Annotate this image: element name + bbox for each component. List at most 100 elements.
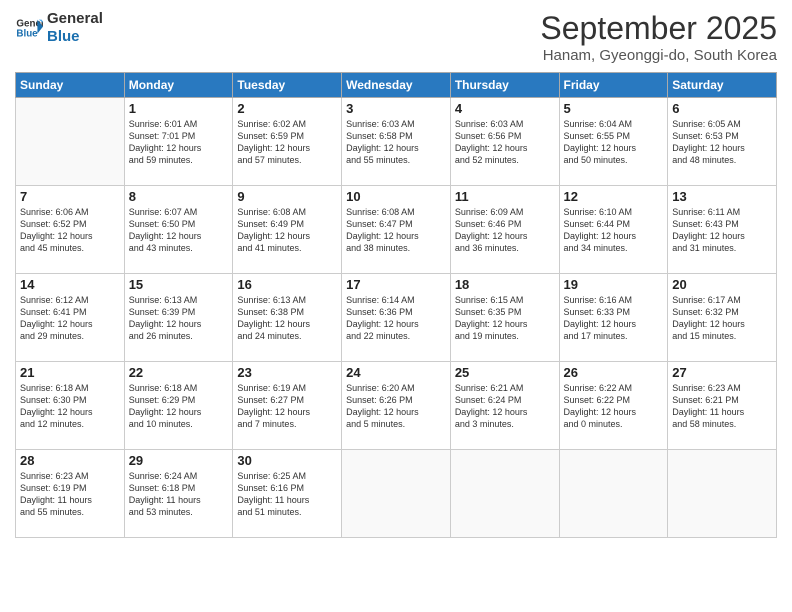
calendar-cell <box>16 98 125 186</box>
day-info: Sunrise: 6:20 AM Sunset: 6:26 PM Dayligh… <box>346 382 446 431</box>
calendar-cell: 30 Sunrise: 6:25 AM Sunset: 6:16 PM Dayli… <box>233 450 342 538</box>
weekday-header: Thursday <box>450 73 559 98</box>
calendar-cell <box>450 450 559 538</box>
page-header: General Blue General Blue September 2025… <box>15 10 777 64</box>
calendar-cell <box>342 450 451 538</box>
calendar-cell: 15Sunrise: 6:13 AM Sunset: 6:39 PM Dayli… <box>124 274 233 362</box>
day-info: Sunrise: 6:10 AM Sunset: 6:44 PM Dayligh… <box>564 206 664 255</box>
day-info: Sunrise: 6:01 AM Sunset: 7:01 PM Dayligh… <box>129 118 229 167</box>
day-number: 27 <box>672 365 772 380</box>
day-number: 29 <box>129 453 229 468</box>
calendar-cell: 18 Sunrise: 6:15 AM Sunset: 6:35 PM Dayli… <box>450 274 559 362</box>
calendar-cell: 20 Sunrise: 6:17 AM Sunset: 6:32 PM Dayli… <box>668 274 777 362</box>
calendar-cell: 6 Sunrise: 6:05 AM Sunset: 6:53 PM Daylig… <box>668 98 777 186</box>
calendar-week-row: 14 Sunrise: 6:12 AM Sunset: 6:41 PM Dayli… <box>16 274 777 362</box>
calendar-cell: 29 Sunrise: 6:24 AM Sunset: 6:18 PM Dayli… <box>124 450 233 538</box>
day-info: Sunrise: 6:19 AM Sunset: 6:27 PM Dayligh… <box>237 382 337 431</box>
calendar-cell: 14 Sunrise: 6:12 AM Sunset: 6:41 PM Dayli… <box>16 274 125 362</box>
calendar-cell: 16Sunrise: 6:13 AM Sunset: 6:38 PM Dayli… <box>233 274 342 362</box>
day-info: Sunrise: 6:25 AM Sunset: 6:16 PM Dayligh… <box>237 470 337 519</box>
day-info: Sunrise: 6:18 AM Sunset: 6:29 PM Dayligh… <box>129 382 229 431</box>
day-info: Sunrise: 6:23 AM Sunset: 6:19 PM Dayligh… <box>20 470 120 519</box>
calendar-cell: 23 Sunrise: 6:19 AM Sunset: 6:27 PM Dayli… <box>233 362 342 450</box>
calendar-week-row: 28 Sunrise: 6:23 AM Sunset: 6:19 PM Dayli… <box>16 450 777 538</box>
calendar-cell: 2 Sunrise: 6:02 AM Sunset: 6:59 PM Daylig… <box>233 98 342 186</box>
calendar-cell: 11 Sunrise: 6:09 AM Sunset: 6:46 PM Dayli… <box>450 186 559 274</box>
calendar-cell: 24 Sunrise: 6:20 AM Sunset: 6:26 PM Dayli… <box>342 362 451 450</box>
day-info: Sunrise: 6:08 AM Sunset: 6:49 PM Dayligh… <box>237 206 337 255</box>
day-number: 17 <box>346 277 446 292</box>
day-number: 21 <box>20 365 120 380</box>
day-number: 11 <box>455 189 555 204</box>
day-number: 6 <box>672 101 772 116</box>
calendar-cell: 27Sunrise: 6:23 AM Sunset: 6:21 PM Dayli… <box>668 362 777 450</box>
day-number: 25 <box>455 365 555 380</box>
day-number: 2 <box>237 101 337 116</box>
day-info: Sunrise: 6:22 AM Sunset: 6:22 PM Dayligh… <box>564 382 664 431</box>
calendar-week-row: 21Sunrise: 6:18 AM Sunset: 6:30 PM Dayli… <box>16 362 777 450</box>
day-number: 28 <box>20 453 120 468</box>
day-info: Sunrise: 6:02 AM Sunset: 6:59 PM Dayligh… <box>237 118 337 167</box>
day-number: 3 <box>346 101 446 116</box>
day-info: Sunrise: 6:08 AM Sunset: 6:47 PM Dayligh… <box>346 206 446 255</box>
day-info: Sunrise: 6:15 AM Sunset: 6:35 PM Dayligh… <box>455 294 555 343</box>
weekday-header: Friday <box>559 73 668 98</box>
day-number: 14 <box>20 277 120 292</box>
calendar-cell: 4Sunrise: 6:03 AM Sunset: 6:56 PM Daylig… <box>450 98 559 186</box>
day-number: 15 <box>129 277 229 292</box>
day-info: Sunrise: 6:03 AM Sunset: 6:56 PM Dayligh… <box>455 118 555 167</box>
calendar-cell: 8 Sunrise: 6:07 AM Sunset: 6:50 PM Daylig… <box>124 186 233 274</box>
day-info: Sunrise: 6:14 AM Sunset: 6:36 PM Dayligh… <box>346 294 446 343</box>
weekday-header: Wednesday <box>342 73 451 98</box>
day-number: 24 <box>346 365 446 380</box>
day-info: Sunrise: 6:24 AM Sunset: 6:18 PM Dayligh… <box>129 470 229 519</box>
calendar-cell: 21Sunrise: 6:18 AM Sunset: 6:30 PM Dayli… <box>16 362 125 450</box>
logo-blue: Blue <box>47 28 103 46</box>
weekday-header: Sunday <box>16 73 125 98</box>
day-number: 13 <box>672 189 772 204</box>
calendar-cell: 22 Sunrise: 6:18 AM Sunset: 6:29 PM Dayli… <box>124 362 233 450</box>
calendar-cell: 12 Sunrise: 6:10 AM Sunset: 6:44 PM Dayli… <box>559 186 668 274</box>
day-number: 9 <box>237 189 337 204</box>
svg-text:Blue: Blue <box>16 28 38 39</box>
day-number: 10 <box>346 189 446 204</box>
day-number: 8 <box>129 189 229 204</box>
logo-general: General <box>47 10 103 28</box>
calendar-cell: 17 Sunrise: 6:14 AM Sunset: 6:36 PM Dayli… <box>342 274 451 362</box>
calendar-week-row: 1 Sunrise: 6:01 AM Sunset: 7:01 PM Daylig… <box>16 98 777 186</box>
day-number: 20 <box>672 277 772 292</box>
calendar-cell: 1 Sunrise: 6:01 AM Sunset: 7:01 PM Daylig… <box>124 98 233 186</box>
day-number: 26 <box>564 365 664 380</box>
day-info: Sunrise: 6:04 AM Sunset: 6:55 PM Dayligh… <box>564 118 664 167</box>
weekday-header: Saturday <box>668 73 777 98</box>
day-number: 19 <box>564 277 664 292</box>
calendar-cell: 25 Sunrise: 6:21 AM Sunset: 6:24 PM Dayli… <box>450 362 559 450</box>
day-number: 22 <box>129 365 229 380</box>
day-info: Sunrise: 6:09 AM Sunset: 6:46 PM Dayligh… <box>455 206 555 255</box>
day-number: 23 <box>237 365 337 380</box>
calendar-cell: 19 Sunrise: 6:16 AM Sunset: 6:33 PM Dayli… <box>559 274 668 362</box>
calendar-cell <box>668 450 777 538</box>
calendar-cell: 10 Sunrise: 6:08 AM Sunset: 6:47 PM Dayli… <box>342 186 451 274</box>
weekday-header: Tuesday <box>233 73 342 98</box>
day-info: Sunrise: 6:16 AM Sunset: 6:33 PM Dayligh… <box>564 294 664 343</box>
day-info: Sunrise: 6:13 AM Sunset: 6:38 PM Dayligh… <box>237 294 337 343</box>
calendar-cell: 28 Sunrise: 6:23 AM Sunset: 6:19 PM Dayli… <box>16 450 125 538</box>
day-number: 7 <box>20 189 120 204</box>
day-number: 30 <box>237 453 337 468</box>
day-info: Sunrise: 6:17 AM Sunset: 6:32 PM Dayligh… <box>672 294 772 343</box>
day-info: Sunrise: 6:05 AM Sunset: 6:53 PM Dayligh… <box>672 118 772 167</box>
day-number: 18 <box>455 277 555 292</box>
day-number: 1 <box>129 101 229 116</box>
weekday-header: Monday <box>124 73 233 98</box>
day-info: Sunrise: 6:06 AM Sunset: 6:52 PM Dayligh… <box>20 206 120 255</box>
month-title: September 2025 <box>540 10 777 47</box>
calendar-week-row: 7 Sunrise: 6:06 AM Sunset: 6:52 PM Daylig… <box>16 186 777 274</box>
day-number: 12 <box>564 189 664 204</box>
day-info: Sunrise: 6:21 AM Sunset: 6:24 PM Dayligh… <box>455 382 555 431</box>
day-info: Sunrise: 6:03 AM Sunset: 6:58 PM Dayligh… <box>346 118 446 167</box>
day-info: Sunrise: 6:12 AM Sunset: 6:41 PM Dayligh… <box>20 294 120 343</box>
logo-icon: General Blue <box>15 14 43 42</box>
day-info: Sunrise: 6:07 AM Sunset: 6:50 PM Dayligh… <box>129 206 229 255</box>
calendar-cell: 3 Sunrise: 6:03 AM Sunset: 6:58 PM Daylig… <box>342 98 451 186</box>
